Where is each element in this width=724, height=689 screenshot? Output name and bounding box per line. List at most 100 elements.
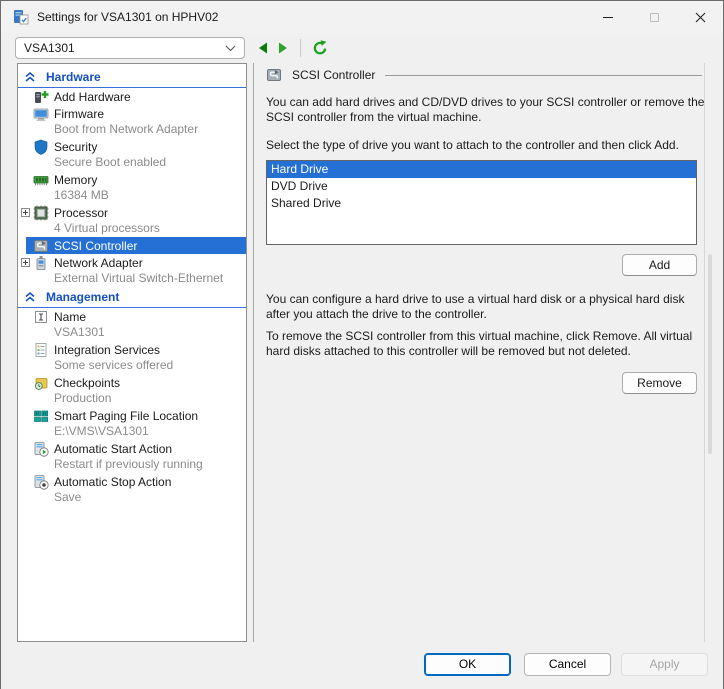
panel-title: SCSI Controller bbox=[292, 68, 375, 82]
window-controls bbox=[585, 1, 723, 33]
collapse-icon bbox=[25, 292, 35, 302]
checkpoints-icon bbox=[33, 375, 49, 391]
sidebar-sub-memory: 16384 MB bbox=[18, 188, 246, 204]
expand-plus-icon[interactable] bbox=[21, 258, 30, 267]
panel-header: SCSI Controller bbox=[266, 67, 704, 83]
item-label: Name bbox=[54, 310, 86, 324]
toolbar-separator bbox=[300, 39, 301, 57]
sidebar-sub-processor: 4 Virtual processors bbox=[18, 221, 246, 237]
name-icon bbox=[33, 309, 49, 325]
back-icon bbox=[259, 43, 267, 54]
apply-button: Apply bbox=[621, 653, 708, 676]
refresh-button[interactable] bbox=[312, 40, 328, 56]
sidebar-item-automatic-stop[interactable]: Automatic Stop Action bbox=[18, 473, 246, 490]
forward-button[interactable] bbox=[276, 42, 289, 54]
remove-button[interactable]: Remove bbox=[622, 372, 697, 394]
sidebar-item-integration-services[interactable]: Integration Services bbox=[18, 341, 246, 358]
sidebar-item-network-adapter[interactable]: Network Adapter bbox=[18, 254, 246, 271]
scsi-controller-panel: SCSI Controller You can add hard drives … bbox=[266, 63, 704, 642]
sidebar-item-name[interactable]: Name bbox=[18, 308, 246, 325]
item-label: SCSI Controller bbox=[54, 239, 137, 253]
toolbar: VSA1301 bbox=[1, 33, 723, 63]
settings-sidebar: Hardware Add Hardware Firmware Boot from… bbox=[17, 63, 247, 642]
maximize-button bbox=[631, 1, 677, 33]
drive-option-hard-drive[interactable]: Hard Drive bbox=[267, 161, 696, 178]
network-adapter-icon bbox=[33, 255, 49, 271]
sidebar-item-security[interactable]: Security bbox=[18, 138, 246, 155]
collapse-icon bbox=[25, 72, 35, 82]
configure-hint-text: You can configure a hard drive to use a … bbox=[266, 292, 706, 322]
item-label: Smart Paging File Location bbox=[54, 409, 198, 423]
window-title: Settings for VSA1301 on HPHV02 bbox=[37, 10, 218, 24]
firmware-icon bbox=[33, 106, 49, 122]
sidebar-item-automatic-start[interactable]: Automatic Start Action bbox=[18, 440, 246, 457]
processor-icon bbox=[33, 205, 49, 221]
close-icon bbox=[695, 12, 706, 23]
drive-type-listbox[interactable]: Hard Drive DVD Drive Shared Drive bbox=[266, 160, 697, 245]
sidebar-sub-integration-services: Some services offered bbox=[18, 358, 246, 374]
vm-selector-value: VSA1301 bbox=[24, 41, 75, 55]
item-label: Integration Services bbox=[54, 343, 160, 357]
section-header-management[interactable]: Management bbox=[18, 287, 246, 308]
intro-text: You can add hard drives and CD/DVD drive… bbox=[266, 95, 706, 125]
scsi-controller-icon bbox=[266, 67, 282, 83]
header-rule bbox=[385, 75, 702, 76]
minimize-icon bbox=[603, 17, 613, 18]
vm-selector-dropdown[interactable]: VSA1301 bbox=[15, 37, 245, 59]
sidebar-item-processor[interactable]: Processor bbox=[18, 204, 246, 221]
add-button[interactable]: Add bbox=[622, 254, 697, 276]
add-button-row: Add bbox=[266, 254, 697, 276]
item-label: Network Adapter bbox=[54, 256, 143, 270]
remove-hint-text: To remove the SCSI controller from this … bbox=[266, 329, 706, 359]
sidebar-sub-checkpoints: Production bbox=[18, 391, 246, 407]
close-button[interactable] bbox=[677, 1, 723, 33]
sidebar-sub-network-adapter: External Virtual Switch-Ethernet bbox=[18, 271, 246, 287]
titlebar: Settings for VSA1301 on HPHV02 bbox=[1, 1, 723, 33]
sidebar-item-smart-paging[interactable]: Smart Paging File Location bbox=[18, 407, 246, 424]
hyperv-settings-icon bbox=[13, 9, 29, 25]
drive-option-shared-drive[interactable]: Shared Drive bbox=[267, 195, 696, 212]
sidebar-sub-name: VSA1301 bbox=[18, 325, 246, 341]
sidebar-sub-automatic-start: Restart if previously running bbox=[18, 457, 246, 473]
item-label: Processor bbox=[54, 206, 108, 220]
item-label: Automatic Stop Action bbox=[54, 475, 171, 489]
expand-plus-icon[interactable] bbox=[21, 208, 30, 217]
automatic-stop-icon bbox=[33, 474, 49, 490]
smart-paging-icon bbox=[33, 408, 49, 424]
section-title: Management bbox=[46, 290, 119, 304]
sidebar-item-scsi-controller[interactable]: SCSI Controller bbox=[26, 237, 246, 254]
sidebar-item-add-hardware[interactable]: Add Hardware bbox=[18, 88, 246, 105]
scrollbar-thumb[interactable] bbox=[708, 254, 712, 454]
settings-window: { "window": { "title": "Settings for VSA… bbox=[0, 0, 724, 689]
ok-button[interactable]: OK bbox=[424, 653, 511, 676]
item-label: Checkpoints bbox=[54, 376, 120, 390]
nav-buttons bbox=[257, 37, 328, 59]
section-header-hardware[interactable]: Hardware bbox=[18, 67, 246, 88]
drive-option-dvd-drive[interactable]: DVD Drive bbox=[267, 178, 696, 195]
panel-divider bbox=[253, 63, 254, 642]
sidebar-sub-smart-paging: E:\VMS\VSA1301 bbox=[18, 424, 246, 440]
chevron-down-icon bbox=[225, 45, 236, 52]
item-label: Security bbox=[54, 140, 97, 154]
sidebar-sub-automatic-stop: Save bbox=[18, 490, 246, 506]
scsi-controller-icon bbox=[33, 238, 49, 254]
item-label: Automatic Start Action bbox=[54, 442, 172, 456]
select-hint-text: Select the type of drive you want to att… bbox=[266, 138, 706, 153]
item-label: Add Hardware bbox=[54, 90, 131, 104]
item-label: Memory bbox=[54, 173, 97, 187]
minimize-button[interactable] bbox=[585, 1, 631, 33]
sidebar-item-memory[interactable]: Memory bbox=[18, 171, 246, 188]
automatic-start-icon bbox=[33, 441, 49, 457]
memory-icon bbox=[33, 172, 49, 188]
item-label: Firmware bbox=[54, 107, 104, 121]
sidebar-item-firmware[interactable]: Firmware bbox=[18, 105, 246, 122]
remove-button-row: Remove bbox=[266, 372, 697, 394]
security-shield-icon bbox=[33, 139, 49, 155]
section-title: Hardware bbox=[46, 70, 101, 84]
sidebar-item-checkpoints[interactable]: Checkpoints bbox=[18, 374, 246, 391]
maximize-icon bbox=[650, 13, 659, 22]
cancel-button[interactable]: Cancel bbox=[524, 653, 611, 676]
forward-icon bbox=[279, 43, 287, 54]
add-hardware-icon bbox=[33, 89, 49, 105]
back-button[interactable] bbox=[257, 42, 270, 54]
